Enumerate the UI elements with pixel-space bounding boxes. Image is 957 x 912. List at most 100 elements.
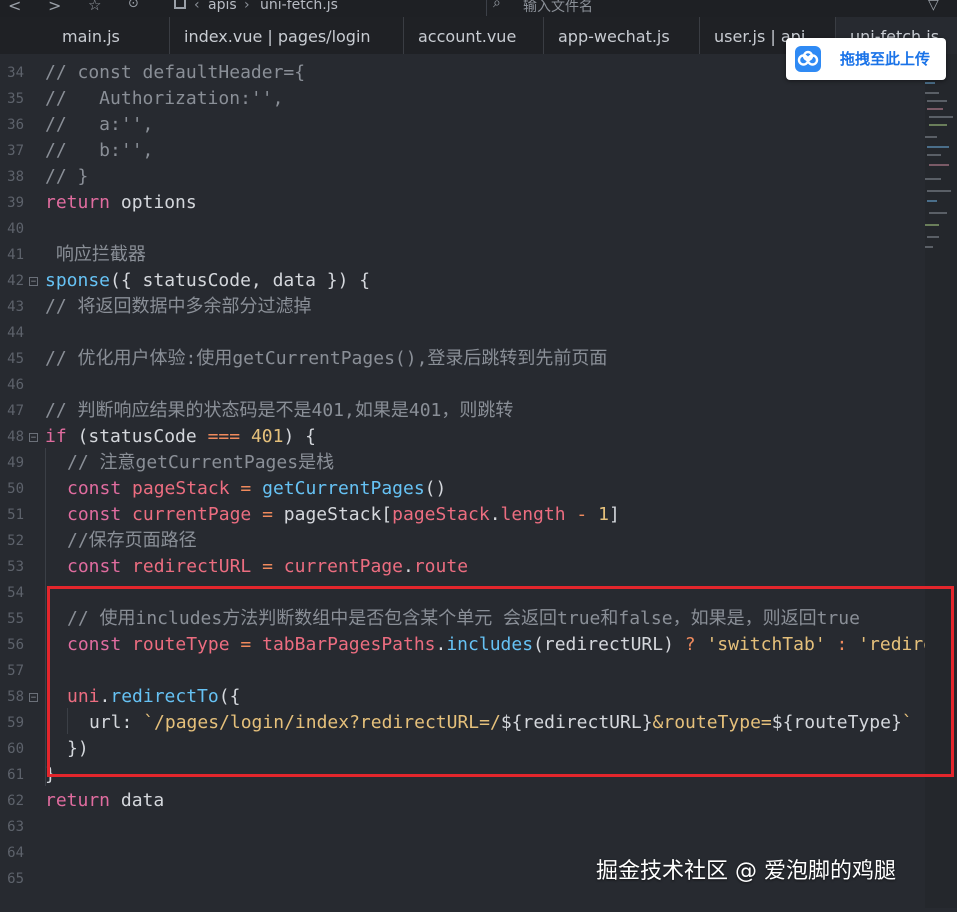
- code-line[interactable]: // }: [45, 164, 88, 190]
- breadcrumb-file[interactable]: uni-fetch.js: [260, 0, 338, 13]
- fold-toggle-icon[interactable]: −: [29, 277, 38, 287]
- filter-icon[interactable]: ▽: [928, 0, 939, 13]
- line-number: 38: [7, 169, 24, 185]
- code-line[interactable]: // 判断响应结果的状态码是不是401,如果是401，则跳转: [45, 398, 513, 424]
- code-token: -: [576, 504, 588, 525]
- line-number: 61: [7, 767, 24, 783]
- code-token: const: [67, 478, 122, 499]
- code-token: length: [500, 504, 566, 525]
- breadcrumb-folder[interactable]: apis: [208, 0, 237, 13]
- code-token: sponse: [45, 270, 111, 291]
- line-number: 62: [7, 793, 24, 809]
- code-token: pageStack: [392, 504, 490, 525]
- file-search-input[interactable]: ⌕ 输入文件名: [486, 0, 927, 16]
- code-token: // const defaultHeader={: [45, 62, 306, 83]
- code-token: .: [489, 504, 501, 525]
- line-number: 57: [7, 663, 24, 679]
- code-token: pageStack: [132, 478, 230, 499]
- code-line[interactable]: const pageStack = getCurrentPages(): [67, 476, 446, 502]
- tab-main-js[interactable]: main.js: [48, 17, 170, 54]
- code-token: const: [67, 556, 122, 577]
- tab-account-vue[interactable]: account.vue: [404, 17, 544, 54]
- code-line[interactable]: // Authorization:'',: [45, 86, 283, 112]
- line-number: 37: [7, 143, 24, 159]
- line-number: 36: [7, 117, 24, 133]
- code-token: options: [110, 192, 197, 213]
- code-token: =: [262, 556, 273, 577]
- line-number: 56: [7, 637, 24, 653]
- line-number: 53: [7, 559, 24, 575]
- code-token: =: [240, 478, 252, 499]
- code-token: (statusCode: [66, 426, 208, 447]
- code-line[interactable]: 响应拦截器: [45, 242, 146, 268]
- code-token: 1: [598, 504, 609, 525]
- run-icon[interactable]: ⊙: [128, 0, 139, 11]
- code-line[interactable]: // b:'',: [45, 138, 153, 164]
- top-toolbar: < > ☆ ⊙ ‹ apis › uni-fetch.js ⌕ 输入文件名 ▽: [0, 0, 957, 17]
- code-token: .: [403, 556, 414, 577]
- code-token: ===: [207, 426, 241, 447]
- breadcrumb-separator: ‹: [194, 0, 200, 13]
- tab-index-vue[interactable]: index.vue | pages/login: [170, 17, 404, 54]
- code-token: // Authorization:'',: [45, 88, 284, 109]
- line-number: 42: [7, 273, 24, 289]
- code-line[interactable]: // 优化用户体验:使用getCurrentPages(),登录后跳转到先前页面: [45, 346, 607, 372]
- code-token: =: [262, 504, 273, 525]
- code-line[interactable]: return options: [45, 190, 197, 216]
- tab-app-wechat-js[interactable]: app-wechat.js: [544, 17, 700, 54]
- code-token: //保存页面路径: [67, 530, 197, 551]
- code-token: // a:'',: [45, 114, 154, 135]
- cloud-icon: [795, 46, 821, 72]
- code-token: 401: [250, 426, 284, 447]
- code-line[interactable]: if (statusCode === 401) {: [45, 424, 316, 450]
- line-number: 46: [7, 377, 24, 393]
- code-token: 响应拦截器: [45, 244, 146, 265]
- fold-toggle-icon[interactable]: −: [29, 433, 38, 443]
- forward-arrow-icon[interactable]: >: [48, 0, 61, 15]
- line-number: 55: [7, 611, 24, 627]
- code-line[interactable]: // a:'',: [45, 112, 153, 138]
- code-token: // 注意getCurrentPages是栈: [67, 452, 335, 473]
- fold-toggle-icon[interactable]: −: [29, 693, 38, 703]
- line-number: 54: [7, 585, 24, 601]
- line-number: 48: [7, 429, 24, 445]
- upload-label: 拖拽至此上传: [840, 50, 931, 68]
- line-number: 64: [7, 845, 24, 861]
- back-arrow-icon[interactable]: <: [8, 0, 21, 15]
- line-number: 47: [7, 403, 24, 419]
- code-token: pageStack[: [272, 504, 393, 525]
- code-token: ) {: [283, 426, 316, 447]
- minimap[interactable]: [925, 54, 957, 908]
- code-token: return: [45, 192, 111, 213]
- code-line[interactable]: const redirectURL = currentPage.route: [67, 554, 468, 580]
- line-number: 40: [7, 221, 24, 237]
- line-number: 41: [7, 247, 24, 263]
- code-line[interactable]: // 将返回数据中多余部分过滤掉: [45, 294, 312, 320]
- line-number: 49: [7, 455, 24, 471]
- code-line[interactable]: return data: [45, 788, 164, 814]
- star-icon[interactable]: ☆: [88, 0, 101, 14]
- line-number: 58: [7, 689, 24, 705]
- code-line[interactable]: //保存页面路径: [67, 528, 197, 554]
- file-icon: [174, 0, 186, 9]
- code-token: // 优化用户体验:使用getCurrentPages(),登录后跳转到先前页面: [45, 348, 608, 369]
- line-number: 59: [7, 715, 24, 731]
- indent-guide: [45, 448, 46, 786]
- code-token: ({ statusCode, data }) {: [110, 270, 371, 291]
- code-line[interactable]: // const defaultHeader={: [45, 60, 305, 86]
- code-line[interactable]: sponse({ statusCode, data }) {: [45, 268, 370, 294]
- line-number: 60: [7, 741, 24, 757]
- code-token: route: [413, 556, 469, 577]
- code-token: currentPage: [283, 556, 403, 577]
- highlight-box: [47, 586, 954, 777]
- code-line[interactable]: const currentPage = pageStack[pageStack.…: [67, 502, 620, 528]
- code-token: getCurrentPages: [262, 478, 425, 499]
- code-line[interactable]: // 注意getCurrentPages是栈: [67, 450, 334, 476]
- code-token: ]: [608, 504, 620, 525]
- upload-drop-button[interactable]: 拖拽至此上传: [786, 38, 946, 80]
